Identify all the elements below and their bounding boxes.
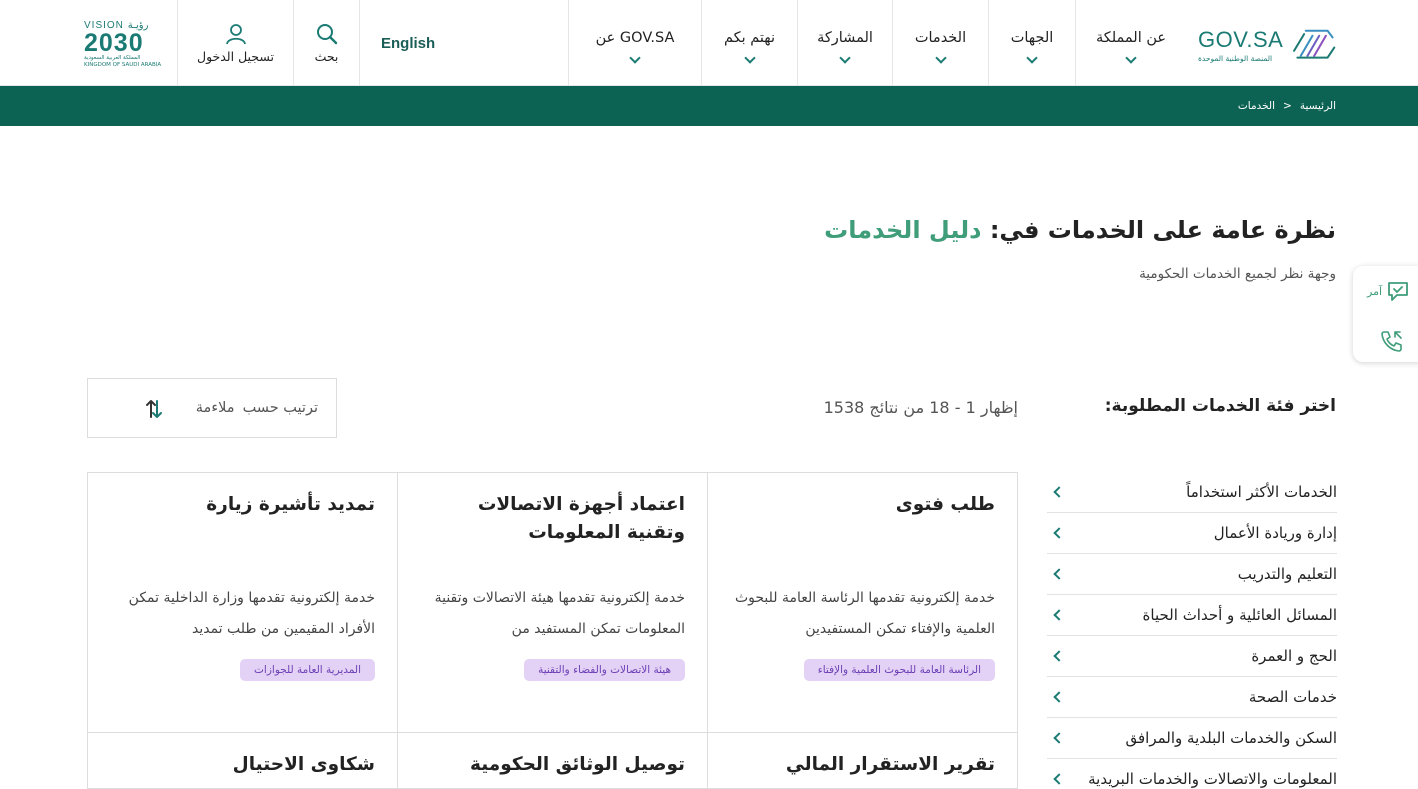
page-title: نظرة عامة على الخدمات في: دليل الخدمات	[824, 216, 1336, 244]
service-card[interactable]: توصيل الوثائق الحكومية	[397, 732, 708, 789]
nav-about-kingdom[interactable]: عن المملكة	[1075, 0, 1186, 86]
nav-services[interactable]: الخدمات	[892, 0, 988, 86]
service-card-title: توصيل الوثائق الحكومية	[470, 754, 685, 775]
category-label: الخدمات الأكثر استخداماً	[1186, 483, 1337, 501]
vision-year: 2030	[84, 29, 144, 57]
category-label: المسائل العائلية و أحداث الحياة	[1142, 606, 1337, 624]
site-header: GOV.SA المنصة الوطنية الموحدة عن المملكة…	[0, 0, 1418, 86]
language-switch[interactable]: English	[359, 0, 568, 86]
search-button[interactable]: بحث	[293, 0, 359, 86]
chevron-down-icon	[839, 52, 851, 64]
nav-label: الجهات	[1010, 30, 1054, 46]
chat-widget-button[interactable]: آمر	[1367, 280, 1410, 302]
breadcrumb-home[interactable]: الرئيسية	[1300, 100, 1336, 112]
results-count: إظهار 1 - 18 من نتائج 1538	[823, 398, 1018, 417]
phone-icon	[1381, 331, 1402, 352]
service-card-title: اعتماد أجهزة الاتصالات وتقنية المعلومات	[477, 494, 685, 543]
nav-about-govsa[interactable]: عن GOV.SA	[568, 0, 701, 86]
service-card-tag: هيئة الاتصالات والفضاء والتقنية	[524, 659, 685, 681]
breadcrumb-separator: >	[1283, 100, 1292, 112]
nav-label: الخدمات	[914, 30, 967, 46]
category-item[interactable]: الحج و العمرة	[1047, 636, 1337, 677]
vision-line2: KINGDOM OF SAUDI ARABIA	[84, 62, 162, 68]
vision-2030-logo: VISION رؤيـة 2030 المملكة العربية السعود…	[84, 20, 164, 72]
category-label: التعليم والتدريب	[1237, 565, 1337, 583]
logo-name: GOV.SA	[1198, 27, 1284, 52]
service-card-title: تقرير الاستقرار المالي	[785, 754, 995, 775]
service-card[interactable]: تمديد تأشيرة زيارة خدمة إلكترونية تقدمها…	[87, 472, 398, 733]
chevron-left-icon	[1053, 732, 1065, 744]
page-title-accent: دليل الخدمات	[824, 216, 982, 244]
call-widget-button[interactable]	[1379, 328, 1405, 358]
search-icon	[316, 23, 337, 44]
chevron-down-icon	[629, 52, 641, 64]
breadcrumb: الرئيسية > الخدمات	[1238, 100, 1336, 112]
page-title-prefix: نظرة عامة على الخدمات في:	[989, 216, 1336, 244]
category-label: الحج و العمرة	[1251, 647, 1337, 665]
category-item[interactable]: التعليم والتدريب	[1047, 554, 1337, 595]
service-card[interactable]: شكاوى الاحتيال	[87, 732, 398, 789]
service-card-title: تمديد تأشيرة زيارة	[206, 494, 375, 515]
category-label: السكن والخدمات البلدية والمرافق	[1125, 729, 1338, 747]
chevron-down-icon	[1125, 52, 1137, 64]
category-label: إدارة وريادة الأعمال	[1213, 524, 1337, 542]
category-label: المعلومات والاتصالات والخدمات البريدية	[1088, 770, 1337, 788]
service-card-desc: خدمة إلكترونية تقدمها هيئة الاتصالات وتق…	[434, 590, 685, 637]
sort-dropdown[interactable]: ملاءمة ترتيب حسب	[87, 378, 337, 438]
user-icon	[225, 23, 246, 44]
login-button[interactable]: تسجيل الدخول	[177, 0, 293, 86]
gov-sa-logo[interactable]: GOV.SA المنصة الوطنية الموحدة	[1198, 20, 1338, 70]
nav-participation[interactable]: المشاركة	[797, 0, 892, 86]
category-item[interactable]: الخدمات الأكثر استخداماً	[1047, 472, 1337, 513]
login-label: تسجيل الدخول	[196, 48, 275, 64]
chevron-down-icon	[934, 52, 947, 64]
nav-label: المشاركة	[817, 30, 873, 46]
chat-icon	[1388, 282, 1408, 301]
service-card-tag: الرئاسة العامة للبحوث العلمية والإفتاء	[803, 659, 995, 681]
service-card[interactable]: اعتماد أجهزة الاتصالات وتقنية المعلومات …	[397, 472, 708, 733]
sort-value: ملاءمة	[195, 400, 235, 416]
category-item[interactable]: المعلومات والاتصالات والخدمات البريدية	[1047, 759, 1337, 789]
category-item[interactable]: المسائل العائلية و أحداث الحياة	[1047, 595, 1337, 636]
chevron-left-icon	[1053, 486, 1065, 498]
gov-sa-mark-icon	[1293, 29, 1336, 59]
service-card-tag: المديرية العامة للجوازات	[240, 659, 375, 681]
service-card-title: طلب فتوى	[895, 494, 995, 515]
nav-label: عن GOV.SA	[595, 30, 675, 46]
service-card[interactable]: طلب فتوى خدمة إلكترونية تقدمها الرئاسة ا…	[707, 472, 1018, 733]
sort-icon	[146, 400, 162, 418]
chat-widget-label: آمر	[1367, 284, 1383, 298]
chevron-left-icon	[1053, 650, 1065, 662]
breadcrumb-current: الخدمات	[1237, 100, 1276, 112]
chevron-left-icon	[1053, 568, 1065, 580]
nav-label: عن المملكة	[1095, 30, 1167, 46]
category-item[interactable]: السكن والخدمات البلدية والمرافق	[1047, 718, 1337, 759]
chevron-left-icon	[1053, 773, 1065, 785]
chevron-left-icon	[1053, 527, 1065, 539]
service-card-desc: خدمة إلكترونية تقدمها وزارة الداخلية تمك…	[128, 590, 375, 637]
chevron-left-icon	[1053, 691, 1065, 703]
search-label: بحث	[314, 48, 339, 64]
vision-line1: المملكة العربية السعودية	[84, 55, 141, 61]
side-widget: آمر	[1353, 266, 1418, 362]
category-item[interactable]: خدمات الصحة	[1047, 677, 1337, 718]
category-list: الخدمات الأكثر استخداماً إدارة وريادة ال…	[1047, 472, 1337, 789]
category-heading: اختر فئة الخدمات المطلوبة:	[1104, 396, 1336, 416]
service-card-desc: خدمة إلكترونية تقدمها الرئاسة العامة للب…	[734, 590, 995, 637]
service-card[interactable]: تقرير الاستقرار المالي	[707, 732, 1018, 789]
chevron-left-icon	[1053, 609, 1065, 621]
breadcrumb-bar: الرئيسية > الخدمات	[0, 86, 1418, 126]
sort-label: ترتيب حسب	[242, 400, 318, 416]
logo-subtitle: المنصة الوطنية الموحدة	[1198, 54, 1273, 63]
nav-we-care[interactable]: نهتم بكم	[701, 0, 797, 86]
nav-entities[interactable]: الجهات	[988, 0, 1075, 86]
category-label: خدمات الصحة	[1248, 688, 1337, 706]
nav-label: نهتم بكم	[723, 30, 776, 46]
chevron-down-icon	[1026, 52, 1038, 64]
service-cards: طلب فتوى خدمة إلكترونية تقدمها الرئاسة ا…	[87, 472, 1018, 789]
page-subtitle: وجهة نظر لجميع الخدمات الحكومية	[1139, 266, 1336, 282]
category-item[interactable]: إدارة وريادة الأعمال	[1047, 513, 1337, 554]
service-card-title: شكاوى الاحتيال	[232, 754, 375, 775]
chevron-down-icon	[743, 52, 756, 64]
